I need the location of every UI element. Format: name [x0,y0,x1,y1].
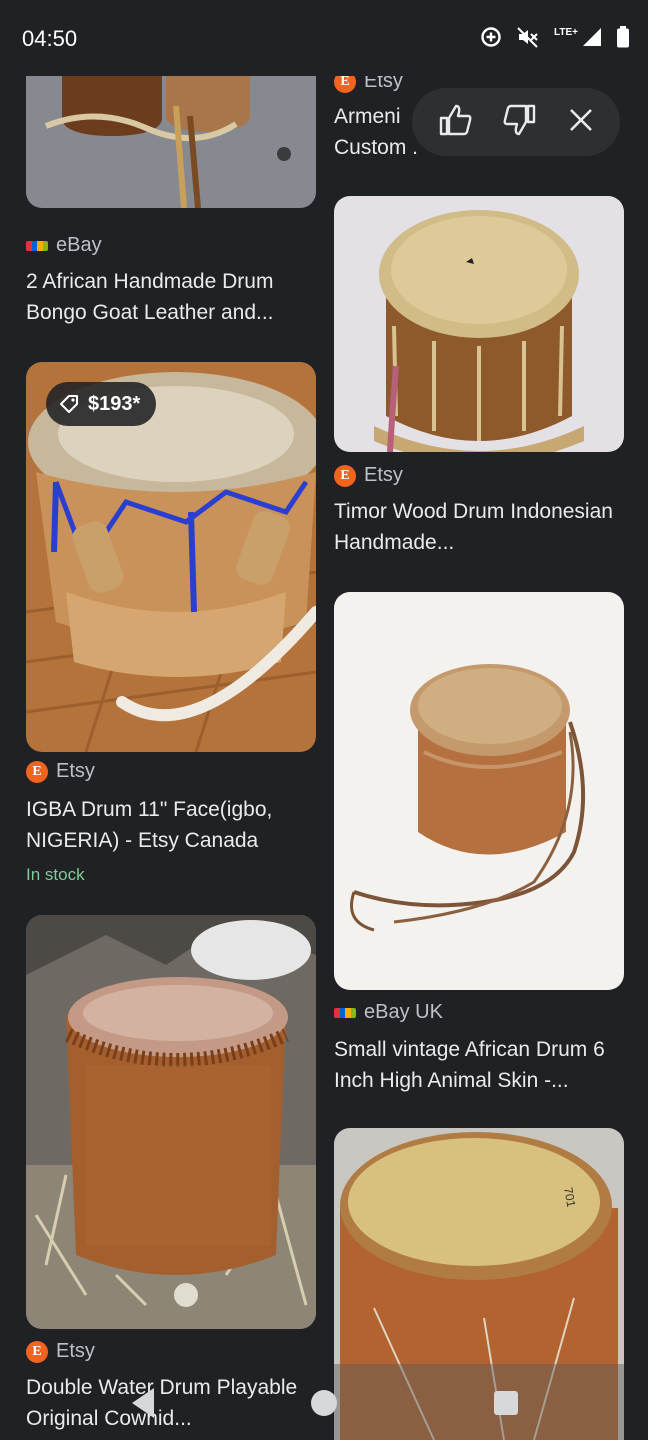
stock-status: In stock [26,865,85,884]
result-title[interactable]: 2 African Handmade Drum Bongo Goat Leath… [26,266,322,328]
result-title[interactable]: Timor Wood Drum Indonesian Handmade... [334,496,630,558]
result-source-label: Etsy [56,760,95,782]
timor-drum-image [334,196,624,452]
result-title[interactable]: Double Water Drum Playable Original Cowh… [26,1372,322,1434]
result-title[interactable]: Small vintage African Drum 6 Inch High A… [334,1034,630,1096]
small-vintage-drum-image [334,592,624,990]
result-title[interactable]: Armeni Custom . [334,101,424,163]
result-source: eBay UK [334,1001,443,1024]
ebay-logo-icon [26,240,48,251]
status-bar: 04:50 LTE+ [0,0,648,76]
result-source: E Etsy [334,464,403,487]
recents-icon[interactable] [494,1391,518,1415]
price-tag-icon [60,395,78,413]
price-badge: $193* [46,382,157,426]
close-icon[interactable] [567,106,595,139]
data-saver-icon [480,26,502,48]
result-image-timor-drum[interactable] [334,196,624,452]
thumbs-up-icon[interactable] [437,102,473,143]
price-label: $193* [88,392,141,415]
network-type: LTE+ [554,26,578,38]
result-source: E Etsy [26,760,95,783]
feedback-bar [412,88,620,156]
result-source-label: Etsy [364,464,403,486]
result-source-label: Etsy [56,1340,95,1362]
status-time: 04:50 [22,26,78,51]
result-source-label: eBay UK [364,1001,443,1023]
status-icons: LTE+ [480,26,630,48]
result-source-label: eBay [56,234,102,256]
battery-icon [616,26,630,48]
mute-icon [516,26,540,48]
result-image-drum-bongo[interactable] [26,76,316,208]
double-water-drum-image [26,915,316,1329]
back-icon[interactable] [128,1386,158,1425]
ebay-logo-icon [334,1007,356,1018]
etsy-logo-icon: E [334,464,356,487]
result-source: eBay [26,234,102,257]
result-title[interactable]: IGBA Drum 11" Face(igbo, NIGERIA) - Etsy… [26,794,322,856]
result-image-igba-drum[interactable]: $193* [26,362,316,752]
thumbs-down-icon[interactable] [502,102,538,143]
drum-bongo-image [26,76,316,208]
etsy-logo-icon: E [26,1340,48,1363]
result-source: E Etsy [26,1340,95,1363]
nav-bar-shade [334,1364,624,1440]
etsy-logo-icon: E [26,760,48,783]
result-image-double-water-drum[interactable] [26,915,316,1329]
home-icon[interactable] [311,1390,337,1416]
signal-icon [582,27,602,47]
result-image-small-vintage-drum[interactable] [334,592,624,990]
